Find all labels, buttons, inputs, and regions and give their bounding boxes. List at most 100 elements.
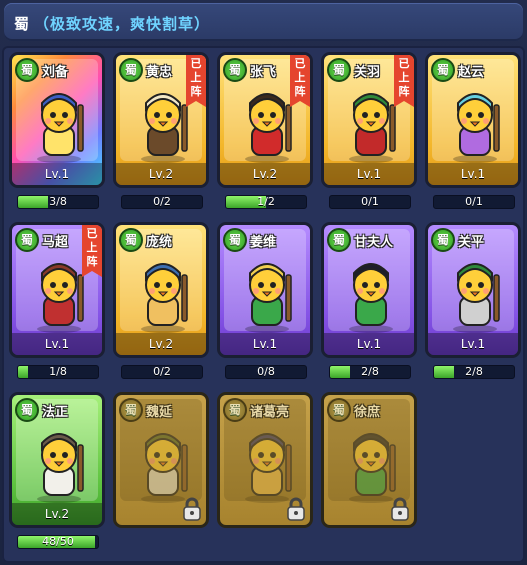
hero-card[interactable]: 蜀黄忠已上阵 Lv.2: [113, 52, 209, 188]
deployed-ribbon: 已上阵: [82, 225, 102, 277]
hero-slot[interactable]: 蜀魏延: [113, 392, 209, 556]
hero-slot[interactable]: 蜀关羽已上阵 Lv.1 0/1: [321, 52, 417, 216]
shard-progress-bar: 0/8: [225, 365, 307, 379]
hero-card[interactable]: 蜀刘备 Lv.1: [9, 52, 105, 188]
hero-name: 黄忠: [146, 65, 173, 80]
shard-progress-bar: 3/8: [17, 195, 99, 209]
shard-progress-bar: 2/8: [433, 365, 515, 379]
hero-card[interactable]: 蜀赵云 Lv.1: [425, 52, 521, 188]
hero-slot[interactable]: 蜀法正 Lv.2 48/50: [9, 392, 105, 556]
faction-badge: 蜀: [327, 58, 351, 82]
hero-level: Lv.1: [324, 163, 414, 185]
hero-level: Lv.1: [12, 163, 102, 185]
hero-slot[interactable]: 蜀马超已上阵 Lv.1 1/8: [9, 222, 105, 386]
hero-name: 赵云: [458, 65, 485, 80]
progress-text: 0/1: [361, 195, 379, 208]
shard-progress-bar: 0/1: [329, 195, 411, 209]
ribbon-char: 阵: [294, 85, 306, 98]
hero-portrait: [349, 433, 396, 503]
faction-badge: 蜀: [327, 398, 351, 422]
ribbon-char: 已: [190, 57, 202, 70]
hero-level: Lv.1: [324, 333, 414, 355]
progress-text: 1/8: [49, 365, 67, 378]
faction-badge: 蜀: [223, 228, 247, 252]
hero-slot[interactable]: 蜀赵云 Lv.1 0/1: [425, 52, 521, 216]
ribbon-char: 已: [398, 57, 410, 70]
ribbon-char: 阵: [398, 85, 410, 98]
hero-level: Lv.1: [12, 333, 102, 355]
faction-badge: 蜀: [119, 58, 143, 82]
hero-portrait: [245, 433, 292, 503]
hero-name: 徐庶: [354, 405, 381, 420]
faction-badge: 蜀: [15, 228, 39, 252]
faction-name: 蜀: [14, 15, 31, 33]
lock-icon: [183, 497, 201, 521]
hero-name: 诸葛亮: [250, 405, 290, 420]
hero-level: Lv.1: [428, 333, 518, 355]
hero-slot[interactable]: 蜀徐庶: [321, 392, 417, 556]
ribbon-char: 上: [190, 71, 202, 84]
ribbon-char: 上: [398, 71, 410, 84]
hero-name: 甘夫人: [354, 235, 394, 250]
hero-card[interactable]: 蜀姜维 Lv.1: [217, 222, 313, 358]
hero-name: 张飞: [250, 65, 277, 80]
shard-progress-bar: 0/2: [121, 365, 203, 379]
hero-portrait: [37, 93, 84, 163]
faction-badge: 蜀: [15, 398, 39, 422]
hero-card[interactable]: 蜀徐庶: [321, 392, 417, 528]
hero-card[interactable]: 蜀魏延: [113, 392, 209, 528]
hero-name: 魏延: [146, 405, 173, 420]
lock-icon: [287, 497, 305, 521]
ribbon-char: 上: [86, 241, 98, 254]
hero-slot[interactable]: 蜀黄忠已上阵 Lv.2 0/2: [113, 52, 209, 216]
ribbon-char: 上: [294, 71, 306, 84]
hero-card[interactable]: 蜀张飞已上阵 Lv.2: [217, 52, 313, 188]
hero-card[interactable]: 蜀马超已上阵 Lv.1: [9, 222, 105, 358]
hero-card[interactable]: 蜀甘夫人 Lv.1: [321, 222, 417, 358]
hero-name: 关平: [458, 235, 485, 250]
faction-badge: 蜀: [431, 58, 455, 82]
ribbon-char: 阵: [86, 255, 98, 268]
shard-progress-bar: 1/8: [17, 365, 99, 379]
hero-name: 法正: [42, 405, 69, 420]
progress-text: 0/8: [257, 365, 275, 378]
hero-level: Lv.1: [428, 163, 518, 185]
faction-badge: 蜀: [119, 398, 143, 422]
hero-portrait: [453, 93, 500, 163]
hero-roster-screen: 蜀（极致攻速，爽快割草） 蜀刘备 Lv.1 3/8 蜀黄忠已上阵 Lv.2 0/2 蜀张飞已…: [0, 0, 527, 565]
hero-name: 庞统: [146, 235, 173, 250]
deployed-ribbon: 已上阵: [394, 55, 414, 107]
progress-text: 0/2: [153, 365, 171, 378]
hero-slot[interactable]: 蜀关平 Lv.1 2/8: [425, 222, 521, 386]
hero-name: 马超: [42, 235, 69, 250]
hero-slot[interactable]: 蜀张飞已上阵 Lv.2 1/2: [217, 52, 313, 216]
hero-level: Lv.2: [116, 333, 206, 355]
hero-slot[interactable]: 蜀庞统 Lv.2 0/2: [113, 222, 209, 386]
hero-portrait: [453, 263, 500, 333]
hero-card[interactable]: 蜀庞统 Lv.2: [113, 222, 209, 358]
lock-icon: [391, 497, 409, 521]
hero-card[interactable]: 蜀关平 Lv.1: [425, 222, 521, 358]
hero-portrait: [37, 433, 84, 503]
hero-slot[interactable]: 蜀甘夫人 Lv.1 2/8: [321, 222, 417, 386]
progress-text: 0/2: [153, 195, 171, 208]
hero-slot[interactable]: 蜀姜维 Lv.1 0/8: [217, 222, 313, 386]
hero-slot[interactable]: 蜀诸葛亮: [217, 392, 313, 556]
faction-badge: 蜀: [119, 228, 143, 252]
progress-text: 1/2: [257, 195, 275, 208]
faction-badge: 蜀: [223, 398, 247, 422]
ribbon-char: 已: [294, 57, 306, 70]
hero-name: 刘备: [42, 65, 69, 80]
hero-slot[interactable]: 蜀刘备 Lv.1 3/8: [9, 52, 105, 216]
hero-level: Lv.2: [220, 163, 310, 185]
ribbon-char: 阵: [190, 85, 202, 98]
hero-portrait: [245, 263, 292, 333]
deployed-ribbon: 已上阵: [290, 55, 310, 107]
faction-header: 蜀（极致攻速，爽快割草）: [4, 3, 523, 41]
hero-card[interactable]: 蜀关羽已上阵 Lv.1: [321, 52, 417, 188]
hero-card[interactable]: 蜀诸葛亮: [217, 392, 313, 528]
shard-progress-bar: 1/2: [225, 195, 307, 209]
hero-name: 姜维: [250, 235, 277, 250]
hero-card[interactable]: 蜀法正 Lv.2: [9, 392, 105, 528]
deployed-ribbon: 已上阵: [186, 55, 206, 107]
